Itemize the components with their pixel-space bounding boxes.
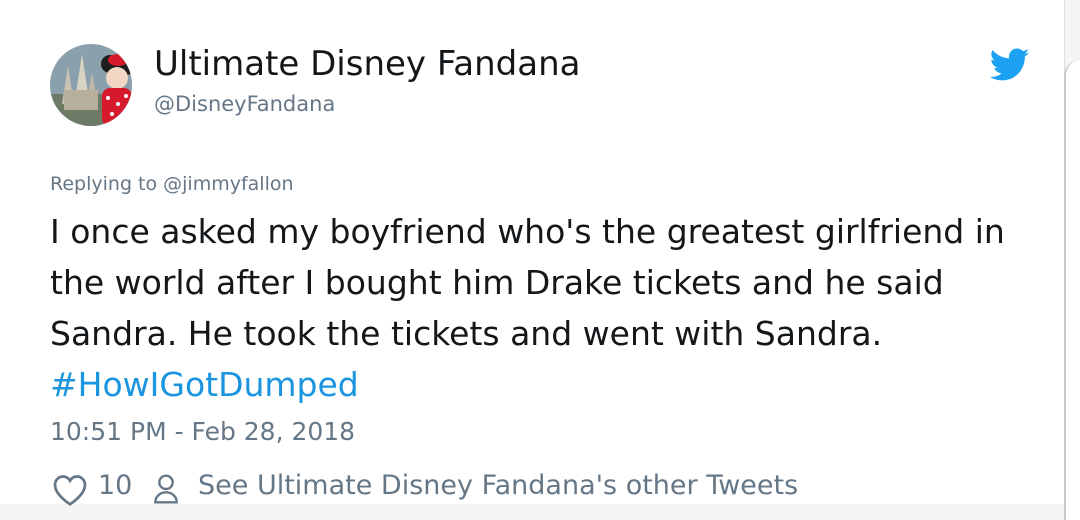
display-name[interactable]: Ultimate Disney Fandana [154,44,580,84]
tweet-body: I once asked my boyfriend who's the grea… [50,206,1040,410]
other-tweets-link[interactable]: See Ultimate Disney Fandana's other Twee… [198,470,798,501]
replying-to: Replying to @jimmyfallon [50,173,294,195]
avatar[interactable] [50,44,132,126]
hashtag-link[interactable]: #HowIGotDumped [50,365,359,404]
tweet-text: I once asked my boyfriend who's the grea… [50,212,1005,353]
heart-icon[interactable] [52,473,88,507]
twitter-bird-icon[interactable] [990,48,1030,82]
user-handle[interactable]: @DisneyFandana [154,92,335,116]
person-icon [154,474,178,504]
replying-prefix: Replying to [50,173,164,195]
tweet-timestamp[interactable]: 10:51 PM - Feb 28, 2018 [50,417,355,446]
replying-to-handle[interactable]: @jimmyfallon [163,173,293,195]
like-count[interactable]: 10 [98,470,132,501]
avatar-image [50,44,132,126]
scroll-edge [1064,60,1080,520]
tweet-card: Ultimate Disney Fandana @DisneyFandana R… [0,0,1065,507]
